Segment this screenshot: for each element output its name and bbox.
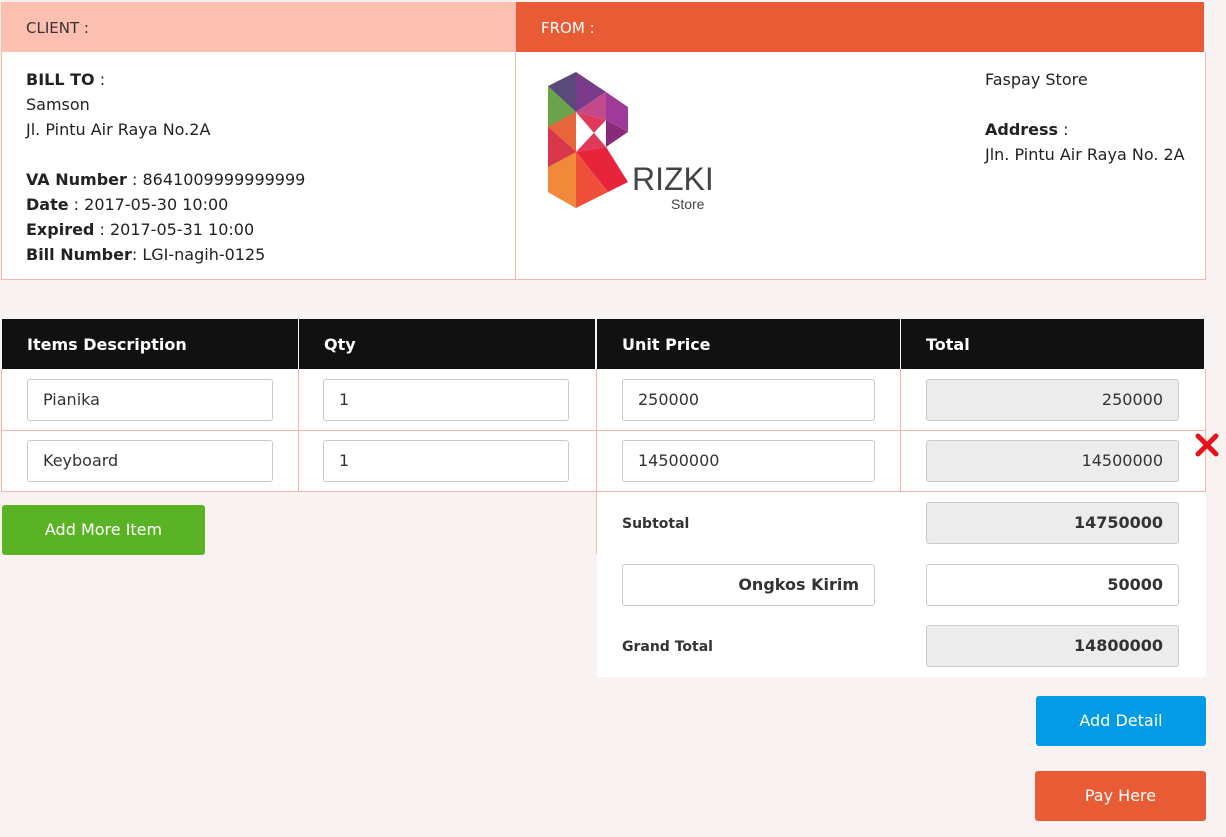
from-header-label: FROM : xyxy=(541,19,595,37)
grand-total-label: Grand Total xyxy=(622,639,713,655)
client-name: Samson xyxy=(26,95,90,114)
table-row-total-cell: 250000 xyxy=(901,369,1206,431)
shipping-label-field[interactable]: Ongkos Kirim xyxy=(622,564,875,606)
close-icon[interactable] xyxy=(1194,432,1220,458)
remove-row-button[interactable] xyxy=(1194,432,1220,458)
from-header: FROM : xyxy=(516,2,1204,52)
unit-price-input[interactable]: 14500000 xyxy=(622,440,875,482)
store-address-sep: : xyxy=(1058,120,1069,139)
col-header-description: Items Description xyxy=(2,319,298,369)
table-row-price-cell: 14500000 xyxy=(596,431,901,492)
client-panel: BILL TO : Samson Jl. Pintu Air Raya No.2… xyxy=(1,52,516,280)
item-description-input[interactable]: Pianika xyxy=(27,379,273,421)
bill-to-sep: : xyxy=(94,70,106,89)
date-label: Date xyxy=(26,195,69,214)
subtotal-label: Subtotal xyxy=(622,516,690,532)
add-detail-button[interactable]: Add Detail xyxy=(1036,696,1206,746)
date-line: Date : 2017-05-30 10:00 xyxy=(26,195,228,215)
add-more-item-button[interactable]: Add More Item xyxy=(2,505,205,555)
table-row: Keyboard xyxy=(1,431,299,492)
expired-value: : 2017-05-31 10:00 xyxy=(94,220,255,239)
bill-to-line: BILL TO : xyxy=(26,70,105,90)
va-number-value: : 8641009999999999 xyxy=(126,170,306,189)
from-panel: RIZKI Store Faspay Store Address : Jln. … xyxy=(515,52,1206,280)
table-row-price-cell: 250000 xyxy=(596,369,901,431)
store-name: Faspay Store xyxy=(985,70,1088,89)
subtotal-field: 14750000 xyxy=(926,502,1179,544)
unit-price-input[interactable]: 250000 xyxy=(622,379,875,421)
va-number-label: VA Number xyxy=(26,170,127,189)
logo-r-mark: RIZKI Store xyxy=(548,72,714,212)
pay-here-button[interactable]: Pay Here xyxy=(1035,771,1206,821)
bill-to-label: BILL TO xyxy=(26,70,95,89)
summary-panel: Subtotal 14750000 Ongkos Kirim 50000 Gra… xyxy=(596,492,1206,677)
row-total-field: 14500000 xyxy=(926,440,1179,482)
client-header: CLIENT : xyxy=(1,2,516,52)
col-header-unit-price: Unit Price xyxy=(597,319,900,369)
logo-text: RIZKI xyxy=(632,161,714,197)
logo-subtext: Store xyxy=(671,196,705,212)
bill-number-value: : LGI-nagih-0125 xyxy=(131,245,266,264)
expired-line: Expired : 2017-05-31 10:00 xyxy=(26,220,254,240)
client-header-label: CLIENT : xyxy=(26,19,89,37)
store-address-label: Address xyxy=(985,120,1059,139)
va-number-line: VA Number : 8641009999999999 xyxy=(26,170,305,190)
table-row-total-cell: 14500000 xyxy=(901,431,1206,492)
table-row: Pianika xyxy=(1,369,299,431)
shipping-cost-input[interactable]: 50000 xyxy=(926,564,1179,606)
summary-divider xyxy=(596,492,597,554)
store-logo: RIZKI Store xyxy=(546,72,716,212)
col-header-qty: Qty xyxy=(299,319,595,369)
table-row-qty-cell: 1 xyxy=(299,431,597,492)
bill-number-line: Bill Number: LGI-nagih-0125 xyxy=(26,245,265,265)
date-value: : 2017-05-30 10:00 xyxy=(68,195,229,214)
table-row-qty-cell: 1 xyxy=(299,369,597,431)
grand-total-field: 14800000 xyxy=(926,625,1179,667)
bill-number-label: Bill Number xyxy=(26,245,132,264)
row-total-field: 250000 xyxy=(926,379,1179,421)
qty-input[interactable]: 1 xyxy=(323,440,569,482)
expired-label: Expired xyxy=(26,220,95,239)
store-address: Jln. Pintu Air Raya No. 2A xyxy=(985,145,1185,164)
item-description-input[interactable]: Keyboard xyxy=(27,440,273,482)
store-address-line: Address : xyxy=(985,120,1069,140)
qty-input[interactable]: 1 xyxy=(323,379,569,421)
col-header-total: Total xyxy=(901,319,1204,369)
client-address: Jl. Pintu Air Raya No.2A xyxy=(26,120,211,139)
